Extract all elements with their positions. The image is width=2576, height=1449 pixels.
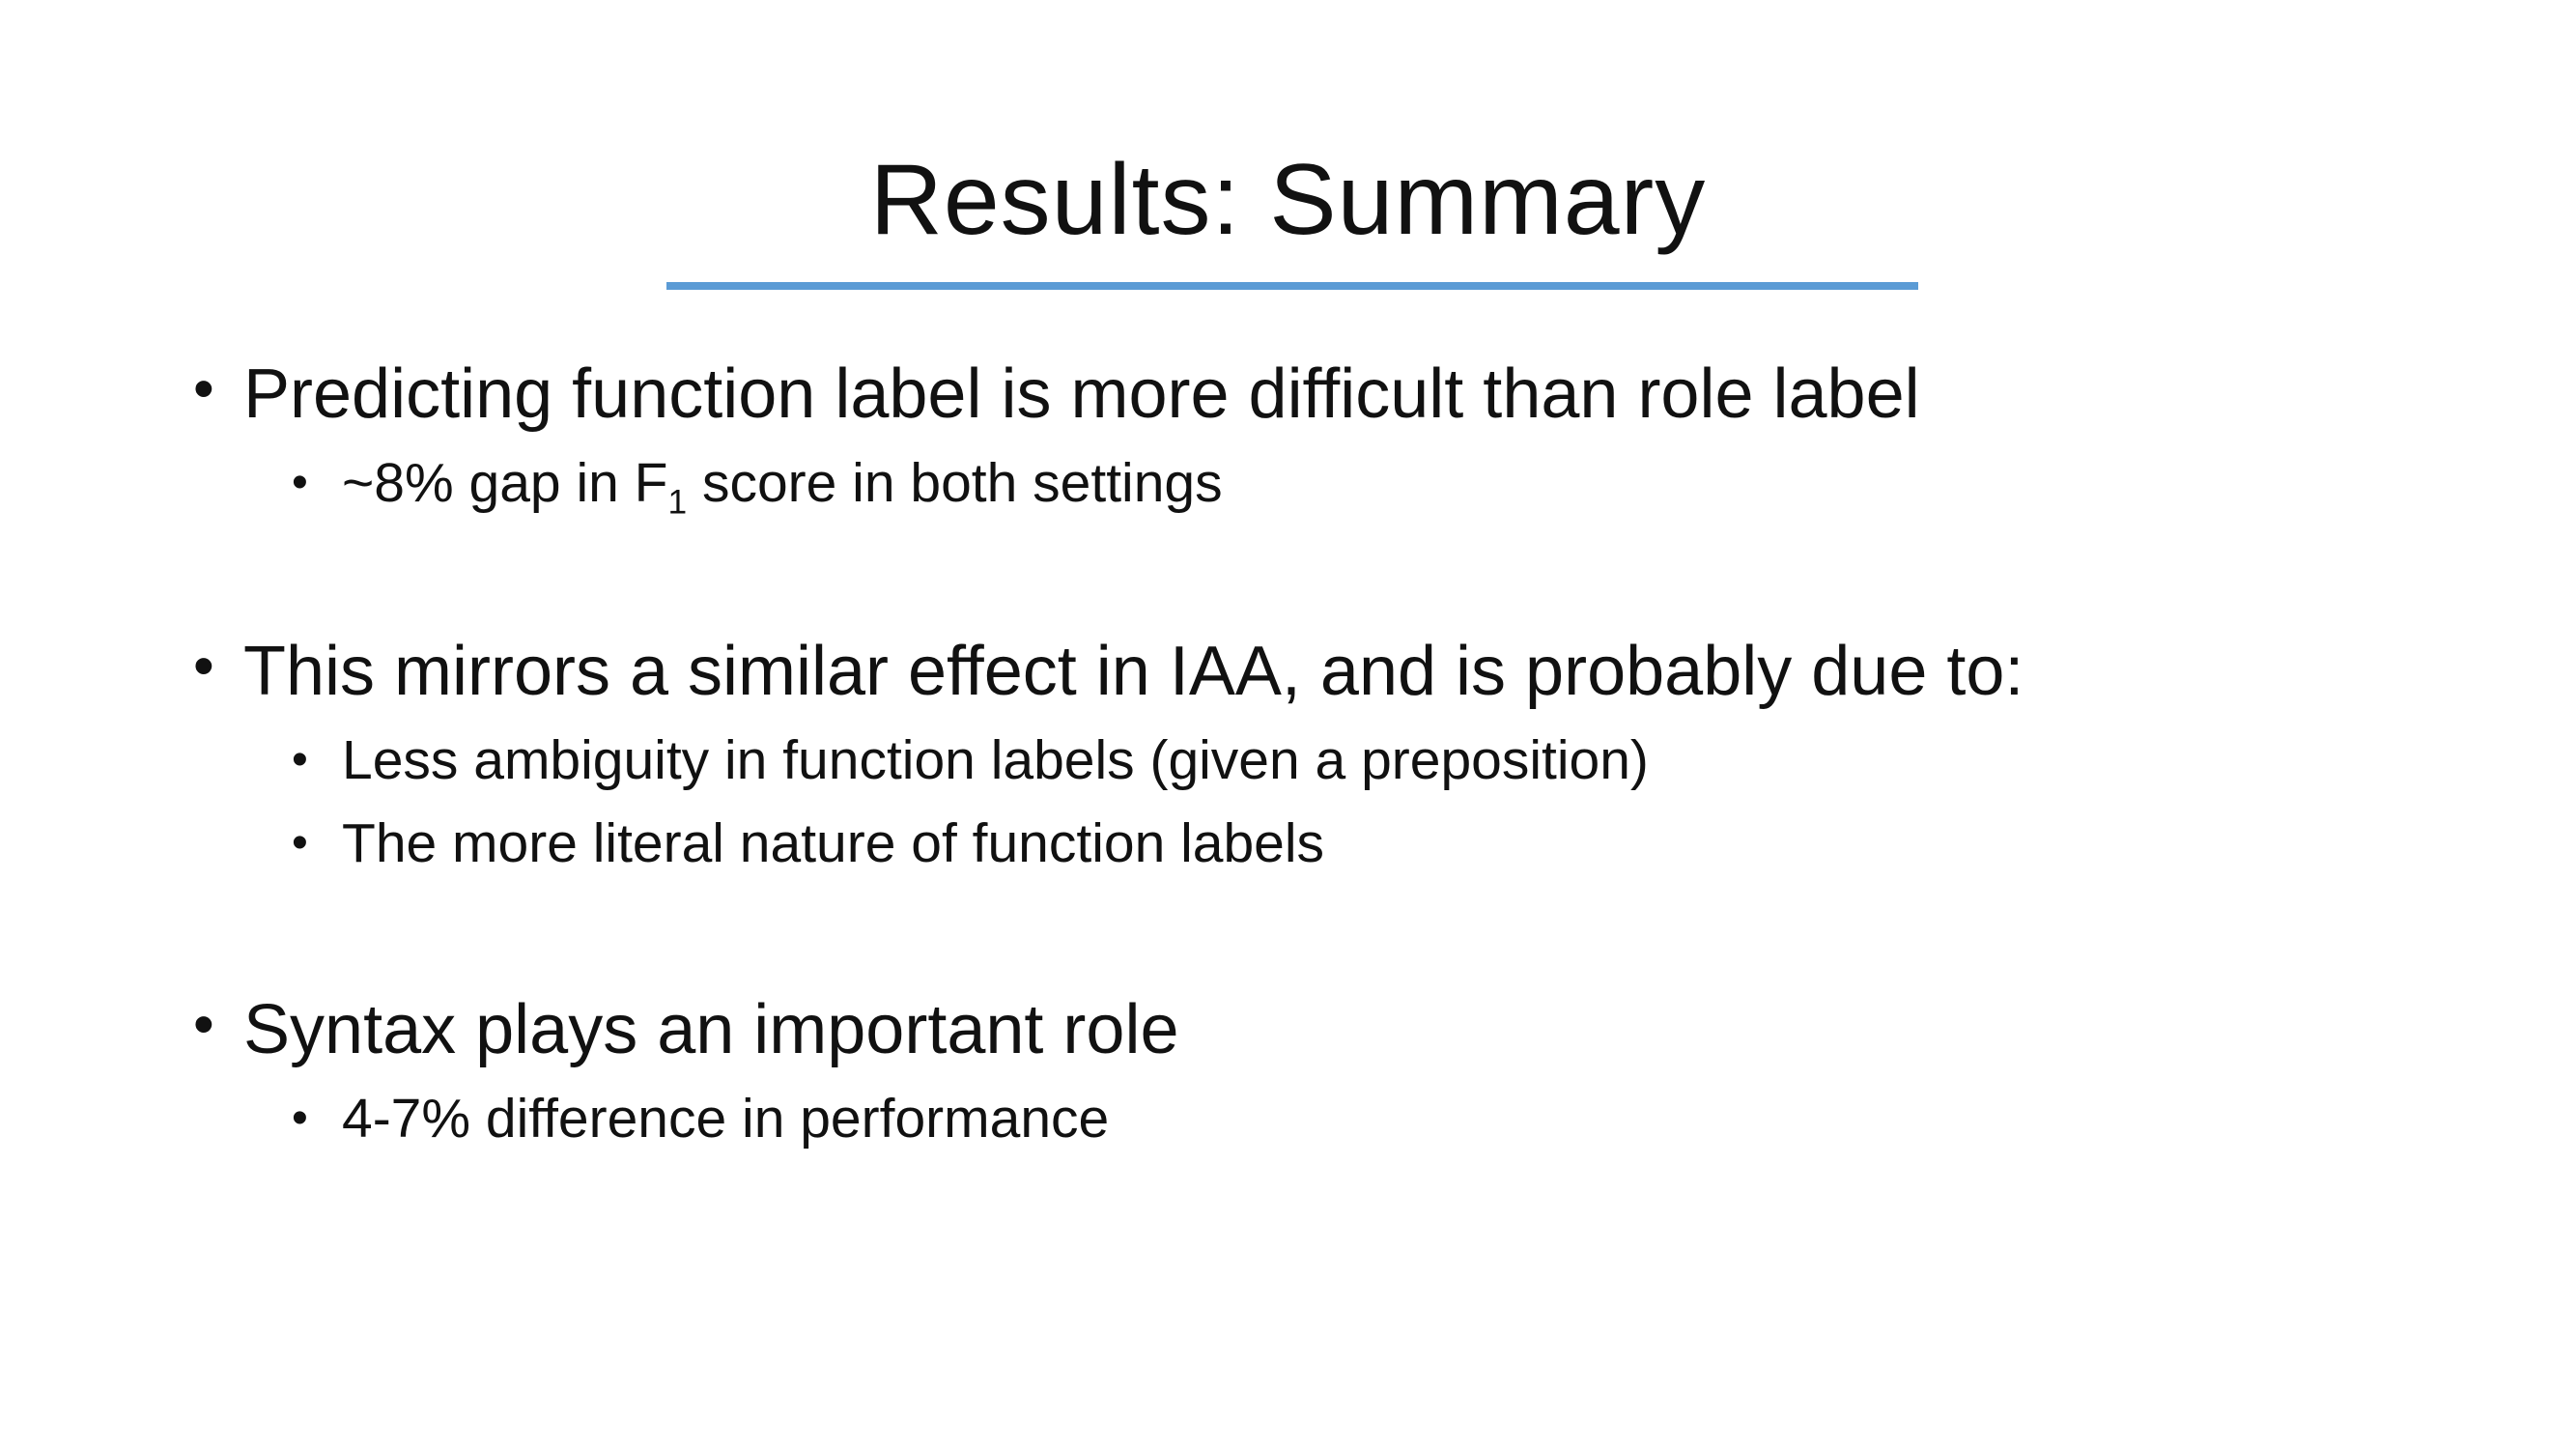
sub-bullet-text: Less ambiguity in function labels (given… [342,729,1649,791]
bullet-text: This mirrors a similar effect in IAA, an… [243,633,2024,710]
bullet-text: Syntax plays an important role [243,991,1179,1068]
sub-bullet-text: ~8% gap in F1 score in both settings [342,456,1223,520]
sub-bullet-text: The more literal nature of function labe… [342,812,1325,874]
sub-bullet-text-pre: ~8% gap in F [342,452,668,514]
f1-subscript: 1 [667,483,688,522]
bullet-icon: • [193,633,214,699]
sub-bullet-text: 4-7% difference in performance [342,1088,1110,1150]
bullet-icon: • [292,734,308,785]
sub-bullet-text-post: score in both settings [687,452,1223,514]
bullet-icon: • [292,457,308,508]
bullet-icon: • [193,355,214,422]
bullet-text: Predicting function label is more diffic… [243,355,1920,433]
bullet-icon: • [193,991,214,1058]
bullet-list: • Predicting function label is more diff… [0,0,2576,1449]
slide: Results: Summary • Predicting function l… [0,0,2576,1449]
bullet-icon: • [292,817,308,868]
bullet-icon: • [292,1093,308,1144]
